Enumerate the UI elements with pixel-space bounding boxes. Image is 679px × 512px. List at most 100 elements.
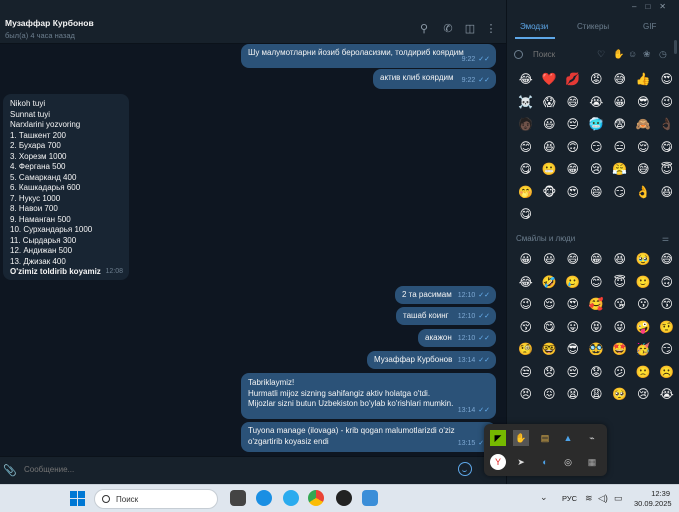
- emoji-item[interactable]: 😎: [632, 91, 656, 114]
- chat-header[interactable]: Музаффар Курбонов был(а) 4 часа назад ⚲ …: [0, 0, 506, 44]
- telegram-taskbar-icon[interactable]: [283, 490, 299, 506]
- message-out-5[interactable]: акажон 12:10 ✓✓: [418, 329, 496, 347]
- tab-gif[interactable]: GIF: [643, 22, 656, 31]
- drive-icon[interactable]: ▲: [560, 430, 576, 446]
- emoji-item[interactable]: ☹️: [655, 361, 679, 384]
- stack-icon[interactable]: ▤: [537, 430, 553, 446]
- message-out-6[interactable]: Tabriklaymiz! Hurmatli mijoz sizning sahi…: [241, 373, 496, 419]
- nvidia-icon[interactable]: ◤: [490, 430, 506, 446]
- emoji-item[interactable]: 😄: [561, 91, 585, 114]
- telegram-icon[interactable]: ➤: [513, 454, 529, 470]
- message-in-1[interactable]: Nikoh tuyi Sunnat tuyi Narxlarini yozvorin…: [3, 94, 129, 280]
- emoji-item[interactable]: 🥹: [632, 248, 656, 271]
- emoji-item[interactable]: 😨: [608, 113, 632, 136]
- emoji-item[interactable]: 😭: [655, 383, 679, 406]
- emoji-item[interactable]: 😑: [608, 136, 632, 159]
- emoji-item[interactable]: 😡: [585, 68, 609, 91]
- gamepad-icon[interactable]: ◎: [560, 454, 576, 470]
- search-icon[interactable]: ⚲: [417, 22, 431, 36]
- contact-name[interactable]: Музаффар Курбонов: [5, 18, 94, 28]
- emoji-item[interactable]: 😫: [561, 383, 585, 406]
- emoji-item[interactable]: 😃: [538, 248, 562, 271]
- emoji-item[interactable]: 😍: [655, 68, 679, 91]
- tab-emoji[interactable]: Эмодзи: [520, 22, 548, 31]
- emoji-item[interactable]: 😖: [538, 383, 562, 406]
- windows-start-icon[interactable]: [70, 491, 85, 506]
- emoji-item[interactable]: 🧑🏿: [514, 113, 538, 136]
- message-input[interactable]: [24, 465, 134, 474]
- edge-icon[interactable]: [256, 490, 272, 506]
- emoji-item[interactable]: 😍: [561, 293, 585, 316]
- emoji-item[interactable]: 😋: [514, 158, 538, 181]
- heart-icon[interactable]: ♡: [597, 49, 605, 60]
- emoji-item[interactable]: 🤣: [538, 271, 562, 294]
- emoji-item[interactable]: 😋: [514, 203, 538, 226]
- emoji-item[interactable]: 😏: [655, 338, 679, 361]
- language-indicator[interactable]: РУС: [562, 494, 577, 503]
- chrome-icon[interactable]: [308, 490, 324, 506]
- like-icon[interactable]: ☺: [628, 49, 637, 59]
- emoji-item[interactable]: 🥳: [632, 338, 656, 361]
- emoji-item[interactable]: 🤩: [608, 338, 632, 361]
- attach-icon[interactable]: 📎: [3, 464, 17, 477]
- usb-icon[interactable]: ⌁: [584, 430, 600, 446]
- emoji-item[interactable]: 💋: [561, 68, 585, 91]
- notepad-icon[interactable]: [362, 490, 378, 506]
- emoji-item[interactable]: 🙃: [561, 136, 585, 159]
- message-out-4[interactable]: ташаб коинг 12:10 ✓✓: [396, 307, 496, 325]
- clock[interactable]: 12:39 30.09.2025: [634, 489, 672, 509]
- emoji-item[interactable]: 😢: [632, 383, 656, 406]
- ball-icon[interactable]: ◷: [659, 49, 667, 60]
- emoji-item[interactable]: 😅: [655, 248, 679, 271]
- emoji-item[interactable]: 🥶: [585, 113, 609, 136]
- phone-icon[interactable]: ✆: [441, 22, 455, 36]
- emoji-item[interactable]: 😱: [538, 91, 562, 114]
- emoji-item[interactable]: 😁: [561, 158, 585, 181]
- emoji-item[interactable]: 😕: [608, 361, 632, 384]
- emoji-item[interactable]: 😗: [632, 293, 656, 316]
- app-icon[interactable]: [336, 490, 352, 506]
- emoji-item[interactable]: 😌: [632, 136, 656, 159]
- emoji-item[interactable]: 🥸: [585, 338, 609, 361]
- emoji-item[interactable]: 😤: [608, 158, 632, 181]
- message-list[interactable]: Шу малумотларни йозиб бероласизми, толди…: [0, 44, 506, 456]
- emoji-item[interactable]: 😛: [561, 316, 585, 339]
- grid-icon[interactable]: ▦: [584, 454, 600, 470]
- emoji-item[interactable]: 😩: [585, 383, 609, 406]
- emoji-item[interactable]: 🥺: [608, 383, 632, 406]
- emoji-item[interactable]: 🙁: [632, 361, 656, 384]
- emoji-item[interactable]: 😏: [608, 181, 632, 204]
- more-menu-icon[interactable]: ⋮: [484, 22, 498, 36]
- message-out-contact[interactable]: Музаффар Курбонов 13:14 ✓✓: [367, 351, 496, 369]
- wifi-icon[interactable]: ≋: [585, 493, 593, 504]
- emoji-item[interactable]: 🤓: [538, 338, 562, 361]
- emoji-item[interactable]: 😄: [561, 248, 585, 271]
- task-view-icon[interactable]: [230, 490, 246, 506]
- emoji-button-icon[interactable]: [458, 462, 472, 476]
- tab-stickers[interactable]: Стикеры: [577, 22, 609, 31]
- scrollbar[interactable]: [674, 40, 677, 54]
- window-controls[interactable]: –□✕: [632, 2, 675, 11]
- emoji-item[interactable]: 😜: [608, 316, 632, 339]
- emoji-item[interactable]: 😔: [561, 113, 585, 136]
- hand-icon[interactable]: ✋: [513, 430, 529, 446]
- emoji-item[interactable]: 😅: [632, 158, 656, 181]
- palette-icon[interactable]: ◐: [537, 454, 553, 470]
- emoji-item[interactable]: 😂: [514, 271, 538, 294]
- emoji-item[interactable]: 👍: [632, 68, 656, 91]
- emoji-item[interactable]: 😋: [538, 316, 562, 339]
- thumb-icon[interactable]: ✋: [613, 49, 624, 60]
- tray-expand-icon[interactable]: ⌄: [540, 492, 548, 503]
- emoji-item[interactable]: 😒: [514, 361, 538, 384]
- emoji-item[interactable]: 👌: [632, 181, 656, 204]
- sidebar-toggle-icon[interactable]: ◫: [463, 22, 477, 36]
- emoji-item[interactable]: 🥲: [561, 271, 585, 294]
- emoji-item[interactable]: 😚: [514, 316, 538, 339]
- emoji-item[interactable]: 😟: [585, 361, 609, 384]
- emoji-item[interactable]: 😞: [538, 361, 562, 384]
- emoji-item[interactable]: 😢: [585, 158, 609, 181]
- emoji-item[interactable]: 🥰: [585, 293, 609, 316]
- emoji-item[interactable]: 🤨: [655, 316, 679, 339]
- emoji-item[interactable]: ☠️: [514, 91, 538, 114]
- emoji-item[interactable]: 😍: [561, 181, 585, 204]
